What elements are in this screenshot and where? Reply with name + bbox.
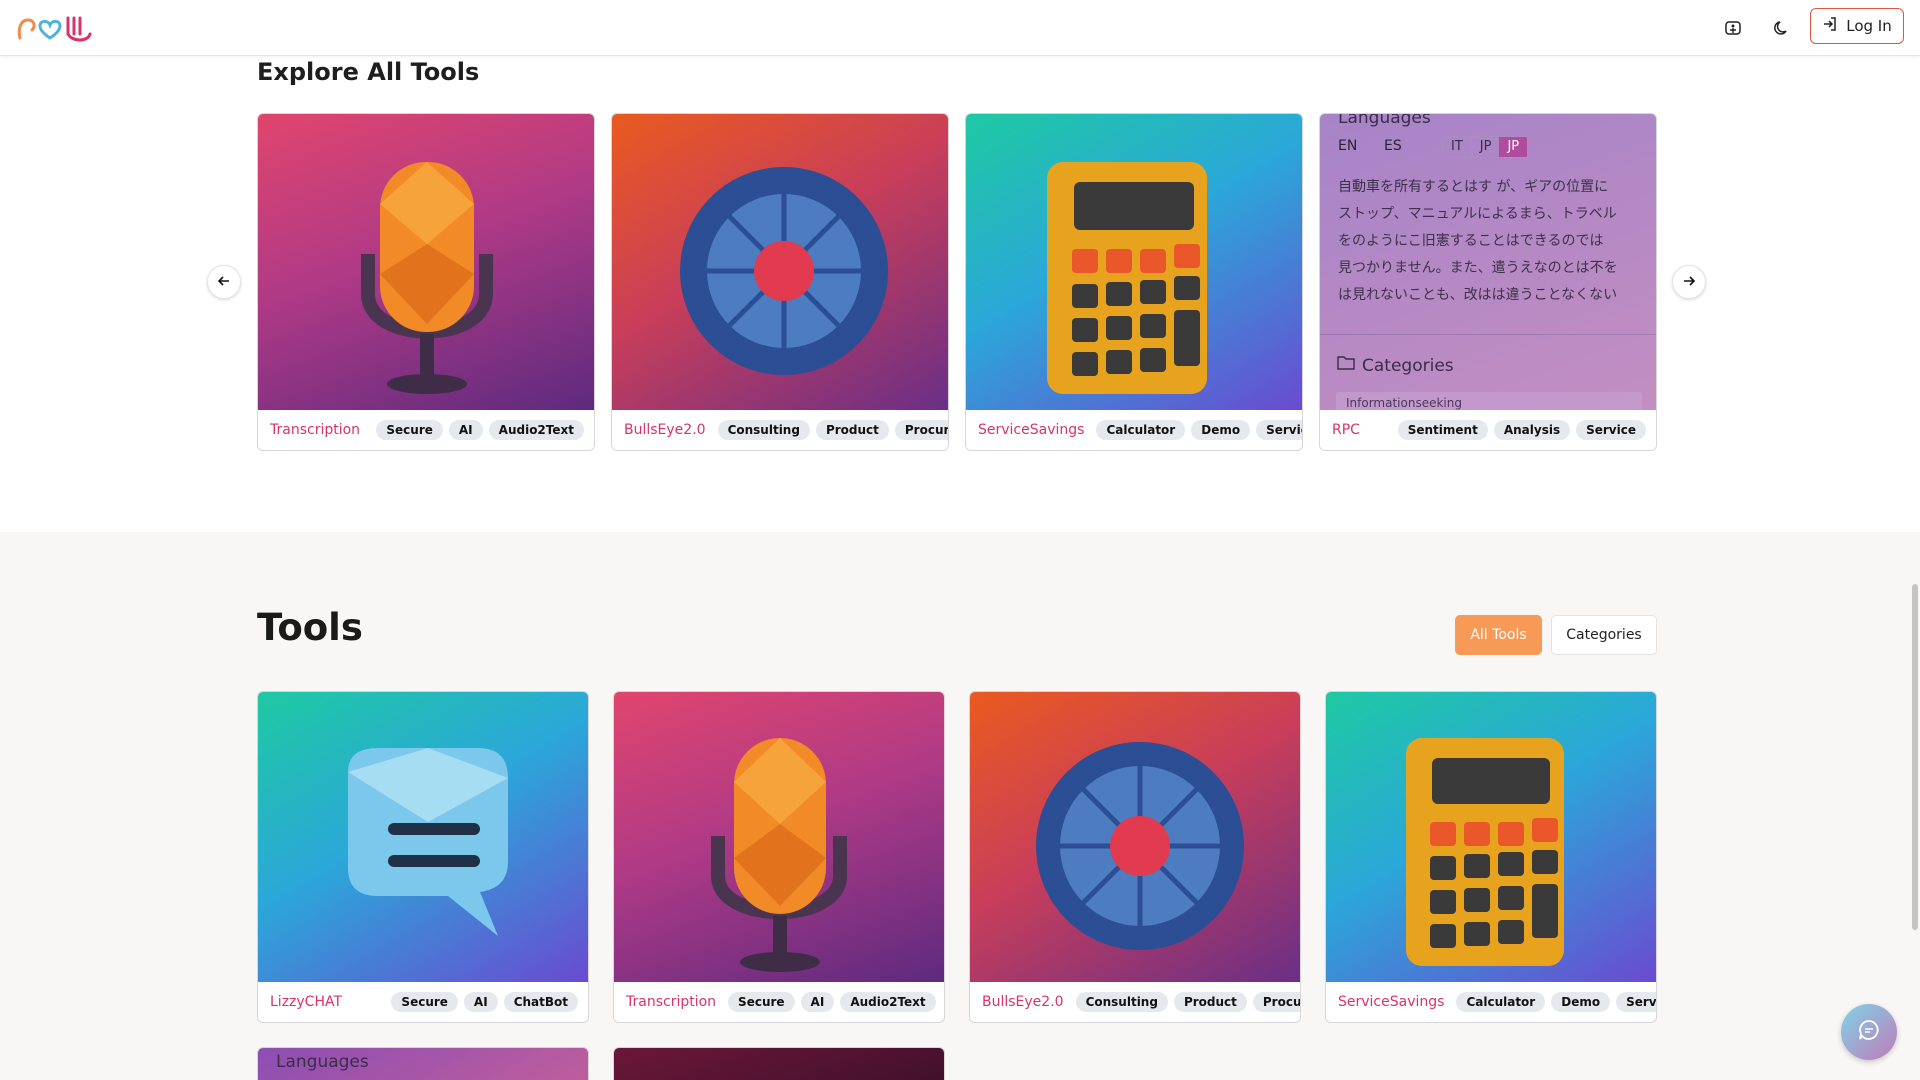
logo[interactable] (16, 12, 96, 44)
tag: Audio2Text (840, 992, 936, 1012)
microphone-image (258, 114, 594, 410)
tool-name[interactable]: RPC (1332, 422, 1366, 438)
all-tools-button[interactable]: All Tools (1455, 615, 1542, 655)
tag: Procurement (894, 420, 948, 440)
tool-name[interactable]: ServiceSavings (978, 422, 1090, 438)
tag: Analysis (1493, 420, 1571, 440)
folder-icon (1336, 354, 1356, 377)
tag: Service (1576, 420, 1646, 440)
explore-card-transcription[interactable]: Transcription Secure AI Audio2Text (257, 113, 595, 451)
calculator-image (966, 114, 1302, 410)
tag: Calculator (1096, 420, 1186, 440)
tag: Consulting (1075, 992, 1168, 1012)
arrow-right-icon (1682, 273, 1696, 292)
explore-card-rpc[interactable]: Languages EN ES IT JP JP 自動車を所有するとはす が、ギ… (1319, 113, 1657, 451)
target-image (612, 114, 948, 410)
tool-card-transcription[interactable]: Transcription Secure AI Audio2Text (613, 691, 945, 1023)
tag: Service (1616, 992, 1656, 1012)
tag: Product (815, 420, 889, 440)
microphone-image (614, 692, 944, 982)
carousel-next-button[interactable] (1672, 265, 1706, 299)
tag: Secure (391, 992, 458, 1012)
tool-card-servicesavings[interactable]: ServiceSavings Calculator Demo Service (1325, 691, 1657, 1023)
accessibility-icon[interactable] (1721, 16, 1745, 40)
categories-button[interactable]: Categories (1551, 615, 1657, 655)
tag: Procurement (1252, 992, 1300, 1012)
languages-heading: Languages (276, 1052, 369, 1072)
chat-icon (1857, 1018, 1881, 1046)
arrow-left-icon (217, 273, 231, 292)
calculator-image (1326, 692, 1656, 982)
languages-preview: Languages EN ES IT JP JP 自動車を所有するとはす が、ギ… (1320, 113, 1656, 414)
tag: Demo (1551, 992, 1611, 1012)
tag: Demo (1191, 420, 1251, 440)
languages-sample-text: 自動車を所有するとはす が、ギアの位置に ストップ、マニュアルによるまら、トラベ… (1338, 179, 1618, 303)
tool-name[interactable]: Transcription (270, 422, 366, 438)
lang-es: ES (1384, 138, 1402, 154)
tag: AI (448, 420, 483, 440)
tool-name[interactable]: BullsEye2.0 (624, 422, 712, 438)
tag: AI (800, 992, 835, 1012)
tag: AI (463, 992, 498, 1012)
tool-card-bullseye[interactable]: BullsEye2.0 Consulting Product Procureme… (969, 691, 1301, 1023)
lang-en: EN (1338, 138, 1358, 154)
tag: Service (1256, 420, 1302, 440)
languages-heading: Languages (1338, 113, 1431, 128)
tool-card-lizzychat[interactable]: LizzyCHAT Secure AI ChatBot (257, 691, 589, 1023)
lang-jp-active: JP (1499, 137, 1528, 157)
tag: Sentiment (1397, 420, 1488, 440)
target-image (970, 692, 1300, 982)
lang-it: IT (1451, 139, 1463, 154)
tag: Product (1173, 992, 1247, 1012)
login-icon (1822, 16, 1838, 36)
tool-card-partial[interactable] (613, 1047, 945, 1080)
login-button[interactable]: Log In (1810, 8, 1904, 44)
tools-title: Tools (257, 606, 363, 649)
page-scrollbar[interactable] (1912, 584, 1918, 930)
tag: Calculator (1456, 992, 1546, 1012)
explore-card-servicesavings[interactable]: ServiceSavings Calculator Demo Service (965, 113, 1303, 451)
chat-bubble-image (258, 692, 588, 982)
tag: Consulting (717, 420, 810, 440)
chat-fab-button[interactable] (1841, 1004, 1897, 1060)
explore-card-bullseye[interactable]: BullsEye2.0 Consulting Product Procureme… (611, 113, 949, 451)
carousel-prev-button[interactable] (207, 265, 241, 299)
tool-name[interactable]: ServiceSavings (1338, 994, 1450, 1010)
login-label: Log In (1846, 17, 1892, 35)
tag: Audio2Text (488, 420, 584, 440)
explore-title: Explore All Tools (257, 58, 480, 86)
tool-name[interactable]: Transcription (626, 994, 722, 1010)
tool-name[interactable]: LizzyCHAT (270, 994, 348, 1010)
categories-label: Categories (1362, 355, 1454, 376)
moon-icon[interactable] (1770, 16, 1794, 40)
tag: ChatBot (503, 992, 578, 1012)
tag: Secure (728, 992, 795, 1012)
tool-name[interactable]: BullsEye2.0 (982, 994, 1070, 1010)
lang-jp: JP (1470, 137, 1500, 157)
tag: Secure (376, 420, 443, 440)
tool-card-languages-partial[interactable]: Languages (257, 1047, 589, 1080)
top-header: Log In (0, 0, 1920, 56)
